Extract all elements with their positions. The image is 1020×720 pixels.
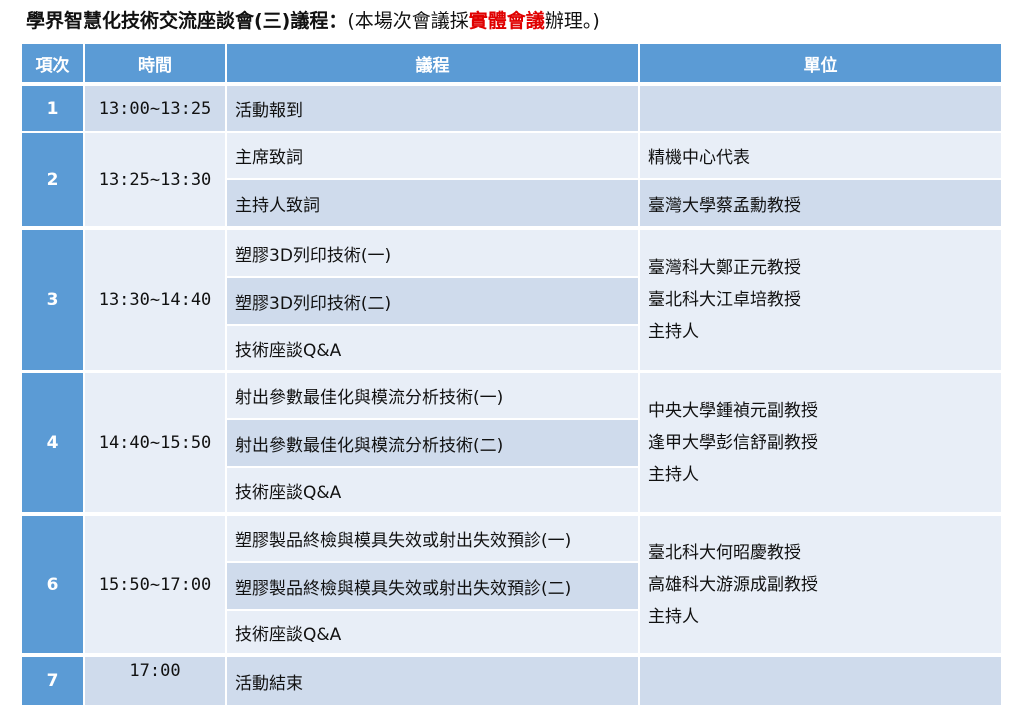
- row-1-time: 13:00~13:25: [85, 86, 225, 131]
- title-main: 學界智慧化技術交流座談會(三)議程：: [26, 10, 348, 32]
- row-3-no: 3: [22, 230, 83, 370]
- row-6-units: 臺北科大何昭慶教授 高雄科大游源成副教授 主持人: [640, 516, 1001, 653]
- row-3-unit-2: 臺北科大江卓培教授: [648, 290, 801, 310]
- row-2-item-1: 主席致詞: [227, 133, 638, 178]
- title-note-prefix: (本場次會議採: [347, 10, 469, 32]
- row-2-time: 13:25~13:30: [85, 133, 225, 226]
- row-1-no: 1: [22, 86, 83, 131]
- row-2-item-2: 主持人致詞: [227, 180, 638, 226]
- title-note-emphasis: 實體會議: [468, 10, 545, 32]
- row-4-item-2: 射出參數最佳化與模流分析技術(二): [227, 420, 638, 466]
- row-4-item-1: 射出參數最佳化與模流分析技術(一): [227, 373, 638, 418]
- row-6-time: 15:50~17:00: [85, 516, 225, 653]
- row-7-unit: [640, 657, 1001, 705]
- row-4-unit-1: 中央大學鍾禎元副教授: [648, 400, 818, 421]
- header-no: 項次: [22, 44, 83, 82]
- row-4-no: 4: [22, 373, 83, 512]
- row-3-item-3: 技術座談Q&A: [227, 326, 638, 370]
- row-4-item-3: 技術座談Q&A: [227, 468, 638, 512]
- row-3-unit-1: 臺灣科大鄭正元教授: [648, 258, 801, 278]
- row-7-item-1: 活動結束: [227, 657, 638, 705]
- header-agenda: 議程: [227, 44, 638, 82]
- row-6-unit-3: 主持人: [648, 606, 699, 627]
- row-4-time: 14:40~15:50: [85, 373, 225, 512]
- row-1-item-1: 活動報到: [227, 86, 638, 131]
- row-3-item-1: 塑膠3D列印技術(一): [227, 230, 638, 276]
- header-time: 時間: [85, 44, 225, 82]
- row-3-time: 13:30~14:40: [85, 230, 225, 370]
- row-6-item-2: 塑膠製品終檢與模具失效或射出失效預診(二): [227, 563, 638, 609]
- row-7-time: 17:00: [85, 657, 225, 705]
- row-7-no: 7: [22, 657, 83, 705]
- row-4-units: 中央大學鍾禎元副教授 逢甲大學彭信舒副教授 主持人: [640, 373, 1001, 512]
- row-6-no: 6: [22, 516, 83, 653]
- row-1-unit: [640, 86, 1001, 131]
- row-2-unit-1: 精機中心代表: [640, 133, 1001, 178]
- row-4-unit-2: 逢甲大學彭信舒副教授: [648, 432, 818, 453]
- row-6-item-1: 塑膠製品終檢與模具失效或射出失效預診(一): [227, 516, 638, 561]
- row-6-unit-1: 臺北科大何昭慶教授: [648, 542, 801, 563]
- page-title: 學界智慧化技術交流座談會(三)議程：(本場次會議採實體會議辦理。): [26, 6, 600, 36]
- row-6-unit-2: 高雄科大游源成副教授: [648, 574, 818, 595]
- row-6-item-3: 技術座談Q&A: [227, 611, 638, 653]
- row-3-units: 臺灣科大鄭正元教授 臺北科大江卓培教授 主持人: [640, 230, 1001, 370]
- title-note-suffix: 辦理。): [544, 10, 600, 32]
- row-3-unit-3: 主持人: [648, 322, 699, 342]
- header-unit: 單位: [640, 44, 1001, 82]
- row-2-no: 2: [22, 133, 83, 226]
- row-2-unit-2: 臺灣大學蔡孟勳教授: [640, 180, 1001, 226]
- row-3-item-2: 塑膠3D列印技術(二): [227, 278, 638, 324]
- row-4-unit-3: 主持人: [648, 464, 699, 485]
